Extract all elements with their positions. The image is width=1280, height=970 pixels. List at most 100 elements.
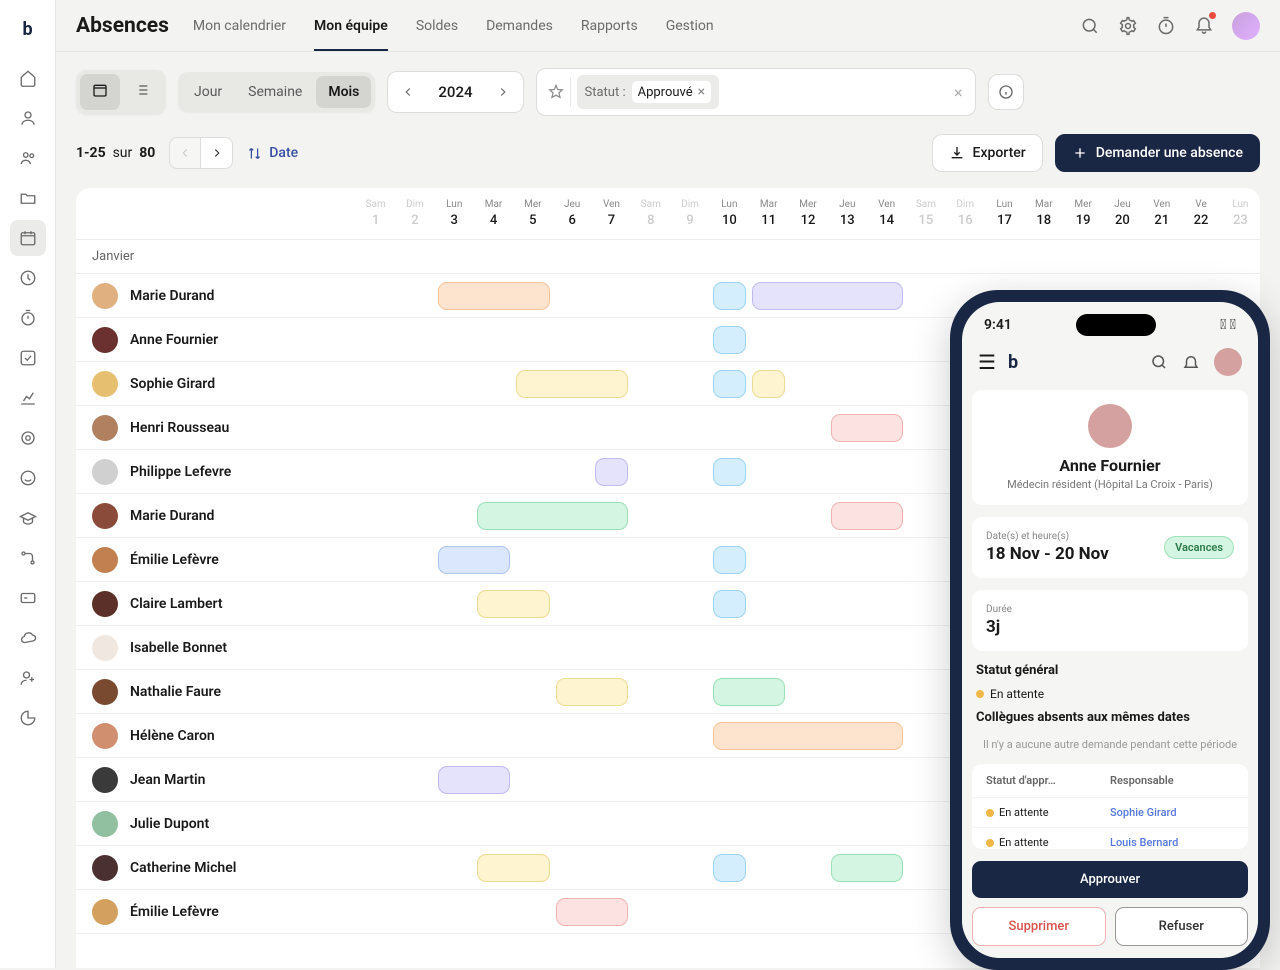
avatar	[92, 723, 118, 749]
year-next[interactable]	[489, 78, 517, 106]
chip-remove-icon[interactable]: ×	[698, 84, 705, 100]
nav-home-icon[interactable]	[10, 60, 46, 96]
tabs: Mon calendrier Mon équipe Soldes Demandes Ra…	[193, 0, 714, 51]
avatar	[92, 327, 118, 353]
nav-user-icon[interactable]	[10, 100, 46, 136]
phone-avatar[interactable]	[1214, 348, 1242, 376]
period-mois[interactable]: Mois	[316, 76, 371, 108]
nav-calendar-icon[interactable]	[10, 220, 46, 256]
absence-bar[interactable]	[752, 370, 785, 398]
absence-bar[interactable]	[713, 326, 746, 354]
absence-bar[interactable]	[477, 590, 550, 618]
sidebar: b	[0, 0, 56, 968]
tab-gestion[interactable]: Gestion	[666, 0, 714, 51]
result-count: 1-25 sur 80	[76, 145, 155, 161]
nav-timer-icon[interactable]	[10, 300, 46, 336]
pager	[169, 137, 233, 169]
absence-bar[interactable]	[595, 458, 628, 486]
absence-bar[interactable]	[831, 502, 904, 530]
clear-filters-icon[interactable]: ×	[948, 83, 969, 102]
view-calendar-icon[interactable]	[80, 74, 120, 110]
absence-bar[interactable]	[713, 722, 904, 750]
avatar	[92, 855, 118, 881]
page-prev[interactable]	[169, 137, 201, 169]
nav-clock-icon[interactable]	[10, 260, 46, 296]
period-toggle: JourSemaineMois	[178, 72, 375, 112]
absence-bar[interactable]	[713, 678, 786, 706]
phone-indicators-icon: 􀙇 􀛨	[1220, 317, 1236, 333]
absence-bar[interactable]	[438, 282, 550, 310]
tab-mon-calendrier[interactable]: Mon calendrier	[193, 0, 286, 51]
absence-bar[interactable]	[713, 370, 746, 398]
nav-card-icon[interactable]	[10, 580, 46, 616]
logo[interactable]: b	[15, 16, 41, 42]
phone-user-avatar	[1088, 404, 1132, 448]
year-label: 2024	[422, 83, 488, 101]
phone-search-icon[interactable]	[1150, 353, 1168, 371]
nav-smile-icon[interactable]	[10, 460, 46, 496]
avatar	[92, 415, 118, 441]
phone-mockup: 9:41 􀙇 􀛨 ☰ b Anne Fournier Médecin résid…	[950, 290, 1270, 970]
user-avatar[interactable]	[1232, 12, 1260, 40]
phone-status: En attente	[962, 684, 1258, 704]
settings-icon[interactable]	[1118, 16, 1138, 36]
absence-bar[interactable]	[713, 590, 746, 618]
period-semaine[interactable]: Semaine	[236, 76, 314, 108]
nav-adduser-icon[interactable]	[10, 660, 46, 696]
absence-bar[interactable]	[438, 766, 511, 794]
favorite-icon[interactable]	[543, 78, 571, 106]
absence-bar[interactable]	[556, 678, 629, 706]
absence-bar[interactable]	[713, 282, 746, 310]
nav-users-icon[interactable]	[10, 140, 46, 176]
absence-bar[interactable]	[831, 414, 904, 442]
absence-bar[interactable]	[713, 458, 746, 486]
tab-demandes[interactable]: Demandes	[486, 0, 553, 51]
phone-dates-card: Date(s) et heure(s) 18 Nov - 20 Nov Vaca…	[972, 517, 1248, 578]
absence-bar[interactable]	[713, 546, 746, 574]
phone-approve-button[interactable]: Approuver	[972, 861, 1248, 898]
nav-flow-icon[interactable]	[10, 540, 46, 576]
nav-check-icon[interactable]	[10, 340, 46, 376]
phone-menu-icon[interactable]: ☰	[978, 350, 996, 374]
request-absence-button[interactable]: Demander une absence	[1055, 134, 1260, 172]
avatar	[92, 811, 118, 837]
info-icon[interactable]	[988, 74, 1024, 110]
nav-folder-icon[interactable]	[10, 180, 46, 216]
phone-delete-button[interactable]: Supprimer	[972, 907, 1106, 946]
page-title: Absences	[76, 14, 169, 38]
export-button[interactable]: Exporter	[932, 134, 1043, 172]
search-icon[interactable]	[1080, 16, 1100, 36]
nav-cloud-icon[interactable]	[10, 620, 46, 656]
stopwatch-icon[interactable]	[1156, 16, 1176, 36]
absence-bar[interactable]	[713, 854, 746, 882]
absence-bar[interactable]	[556, 898, 629, 926]
absence-bar[interactable]	[752, 282, 903, 310]
dynamic-island-icon	[1076, 314, 1156, 336]
avatar	[92, 679, 118, 705]
absence-bar[interactable]	[438, 546, 511, 574]
sort-button[interactable]: Date	[247, 145, 298, 161]
notifications-icon[interactable]	[1194, 14, 1214, 38]
nav-target-icon[interactable]	[10, 420, 46, 456]
view-list-icon[interactable]	[122, 74, 162, 110]
tab-mon-équipe[interactable]: Mon équipe	[314, 0, 388, 51]
page-next[interactable]	[201, 137, 233, 169]
nav-pie-icon[interactable]	[10, 700, 46, 736]
filter-chip: Statut : Approuvé×	[577, 75, 720, 109]
filter-bar: Statut : Approuvé× ×	[536, 68, 976, 116]
tab-rapports[interactable]: Rapports	[581, 0, 638, 51]
tab-soldes[interactable]: Soldes	[416, 0, 458, 51]
view-toggle	[76, 70, 166, 114]
nav-grad-icon[interactable]	[10, 500, 46, 536]
nav-chart-icon[interactable]	[10, 380, 46, 416]
phone-refuse-button[interactable]: Refuser	[1115, 907, 1249, 946]
year-prev[interactable]	[394, 78, 422, 106]
absence-bar[interactable]	[831, 854, 904, 882]
absence-bar[interactable]	[516, 370, 628, 398]
period-jour[interactable]: Jour	[182, 76, 234, 108]
absence-bar[interactable]	[477, 502, 628, 530]
phone-bell-icon[interactable]	[1182, 353, 1200, 371]
absence-bar[interactable]	[477, 854, 550, 882]
phone-logo[interactable]: b	[1008, 352, 1018, 373]
avatar	[92, 283, 118, 309]
